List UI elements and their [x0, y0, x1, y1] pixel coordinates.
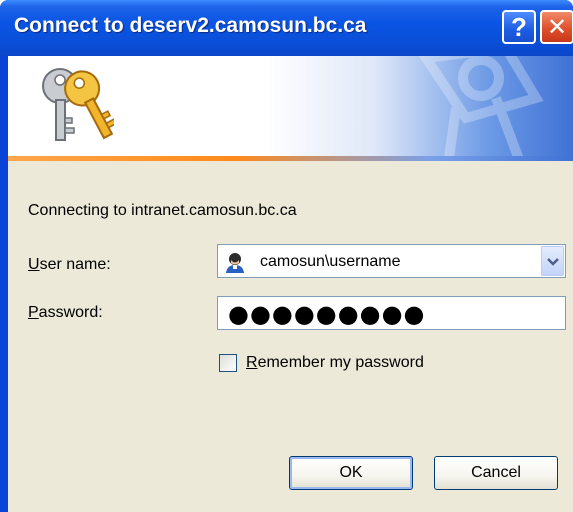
title-bar[interactable]: Connect to deserv2.camosun.bc.ca ? ✕ [0, 0, 573, 56]
remember-label-text: emember my password [257, 354, 424, 371]
username-label: User name: [28, 256, 111, 274]
keys-icon [42, 68, 114, 141]
ok-button[interactable]: OK [289, 456, 413, 490]
password-label-accelerator: P [28, 304, 39, 321]
username-combobox[interactable]: camosun\username [217, 244, 566, 278]
user-icon [226, 253, 244, 273]
login-dialog-window: Connect to deserv2.camosun.bc.ca ? ✕ Con… [0, 0, 573, 512]
remember-label-accelerator: R [246, 354, 258, 371]
close-button[interactable]: ✕ [540, 10, 573, 44]
dialog-body: Connecting to intranet.camosun.bc.ca Use… [8, 56, 573, 512]
username-label-accelerator: U [28, 256, 40, 273]
cancel-button[interactable]: Cancel [434, 456, 558, 490]
password-label: Password: [28, 304, 103, 322]
chevron-down-icon [546, 257, 559, 266]
dialog-banner [8, 56, 573, 156]
window-title: Connect to deserv2.camosun.bc.ca [14, 14, 367, 37]
help-button[interactable]: ? [502, 10, 536, 44]
remember-password-checkbox[interactable] [219, 354, 237, 372]
banner-divider [8, 156, 573, 161]
password-masked-value: ●●●●●●●●● [228, 300, 426, 328]
username-label-text: ser name: [39, 256, 111, 273]
password-field[interactable]: ●●●●●●●●● [217, 296, 566, 330]
connecting-message: Connecting to intranet.camosun.bc.ca [28, 202, 297, 219]
username-value: camosun\username [260, 253, 401, 270]
remember-password-label[interactable]: Remember my password [246, 354, 424, 372]
keys-watermark-icon [418, 56, 544, 156]
password-label-text: assword: [38, 304, 103, 321]
username-dropdown-button[interactable] [541, 246, 564, 276]
